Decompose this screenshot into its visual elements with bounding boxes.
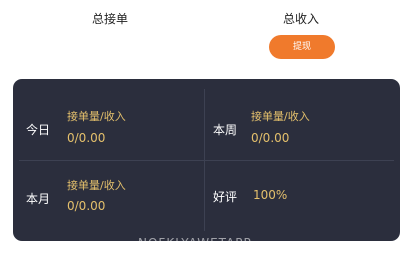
rating-label: 好评 — [213, 190, 238, 204]
stats-divider-vertical — [204, 89, 205, 231]
withdraw-button[interactable]: 提现 — [269, 35, 335, 59]
total-orders-label: 总接单 — [92, 12, 129, 26]
month-metric-label: 接单量/收入 — [67, 179, 126, 192]
stats-divider-horizontal — [19, 160, 394, 161]
stats-panel: 今日 接单量/收入 0/0.00 本周 接单量/收入 0/0.00 本月 接单量… — [13, 79, 400, 241]
today-value: 0/0.00 — [67, 131, 106, 145]
today-label: 今日 — [26, 123, 51, 137]
week-value: 0/0.00 — [251, 131, 290, 145]
week-label: 本周 — [213, 123, 238, 137]
month-value: 0/0.00 — [67, 199, 106, 213]
month-label: 本月 — [26, 192, 51, 206]
total-income-label: 总收入 — [283, 12, 320, 26]
rating-value: 100% — [253, 188, 288, 202]
watermark: NOFKLYAWETAPP — [138, 236, 252, 250]
today-metric-label: 接单量/收入 — [67, 110, 126, 123]
week-metric-label: 接单量/收入 — [251, 110, 310, 123]
